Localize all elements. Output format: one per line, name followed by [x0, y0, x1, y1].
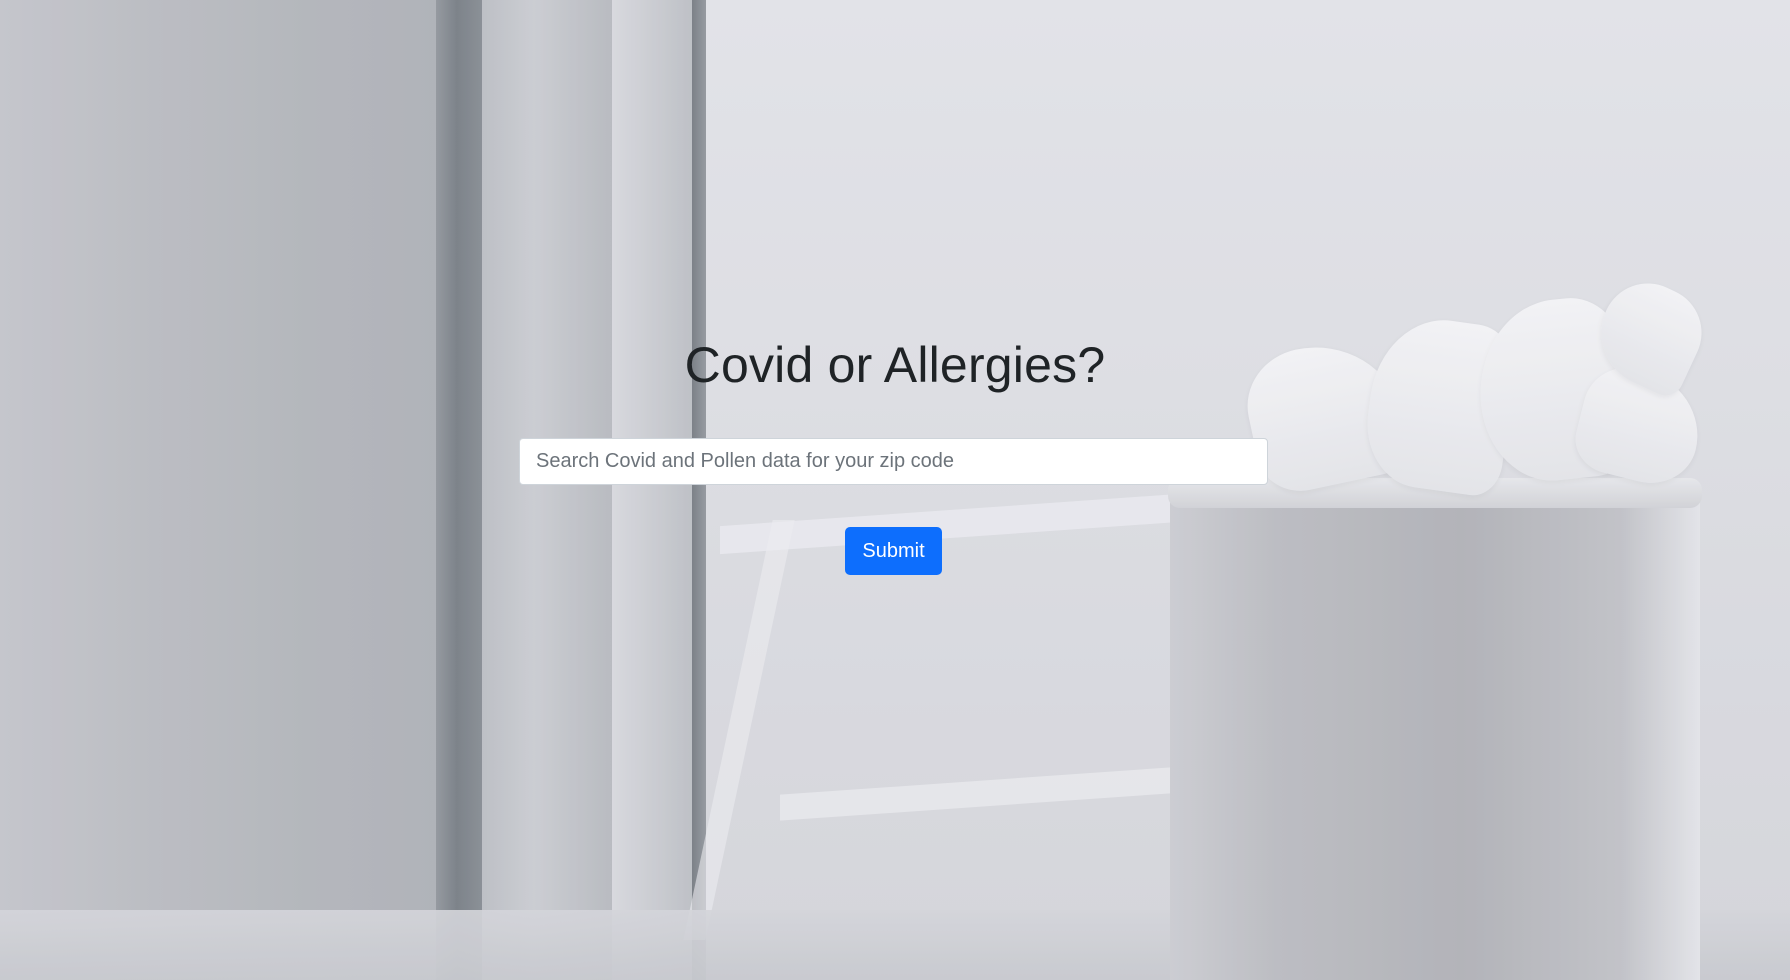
page-title: Covid or Allergies? — [684, 337, 1106, 393]
zip-search-input[interactable] — [519, 438, 1268, 485]
submit-button[interactable]: Submit — [845, 527, 942, 575]
search-form: Covid or Allergies? Submit — [0, 0, 1790, 980]
page: Covid or Allergies? Submit — [0, 0, 1790, 980]
